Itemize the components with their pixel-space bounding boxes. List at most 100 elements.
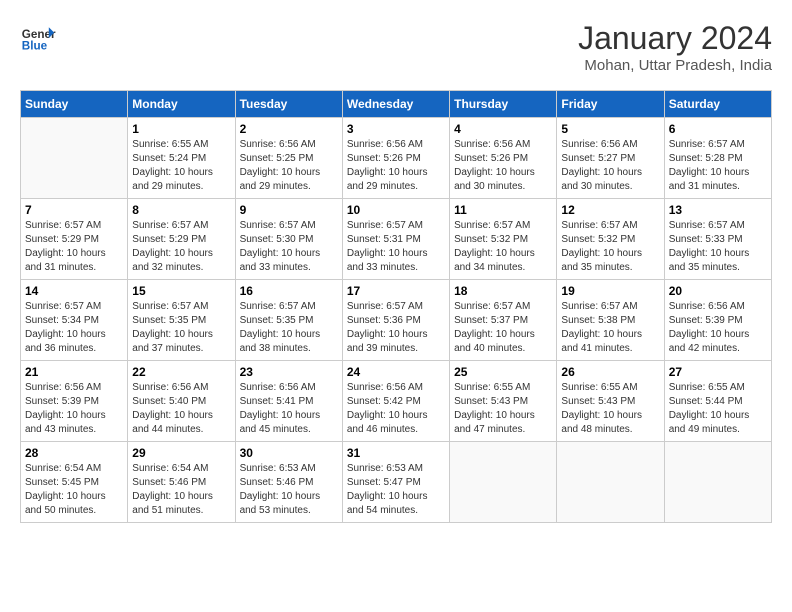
day-number: 1 xyxy=(132,122,230,136)
calendar-cell xyxy=(664,442,771,523)
calendar-cell: 22 Sunrise: 6:56 AMSunset: 5:40 PMDaylig… xyxy=(128,361,235,442)
calendar-cell xyxy=(21,118,128,199)
day-of-week-header: Sunday xyxy=(21,91,128,118)
day-info: Sunrise: 6:55 AMSunset: 5:24 PMDaylight:… xyxy=(132,138,230,194)
logo: General Blue xyxy=(20,20,56,56)
day-number: 23 xyxy=(240,365,338,379)
calendar-cell: 5 Sunrise: 6:56 AMSunset: 5:27 PMDayligh… xyxy=(557,118,664,199)
calendar-cell: 10 Sunrise: 6:57 AMSunset: 5:31 PMDaylig… xyxy=(342,199,449,280)
day-info: Sunrise: 6:55 AMSunset: 5:44 PMDaylight:… xyxy=(669,381,767,437)
day-info: Sunrise: 6:56 AMSunset: 5:27 PMDaylight:… xyxy=(561,138,659,194)
day-number: 11 xyxy=(454,203,552,217)
day-info: Sunrise: 6:53 AMSunset: 5:46 PMDaylight:… xyxy=(240,462,338,518)
calendar-cell: 26 Sunrise: 6:55 AMSunset: 5:43 PMDaylig… xyxy=(557,361,664,442)
calendar-cell: 6 Sunrise: 6:57 AMSunset: 5:28 PMDayligh… xyxy=(664,118,771,199)
day-number: 10 xyxy=(347,203,445,217)
day-number: 28 xyxy=(25,446,123,460)
day-info: Sunrise: 6:56 AMSunset: 5:40 PMDaylight:… xyxy=(132,381,230,437)
day-info: Sunrise: 6:56 AMSunset: 5:39 PMDaylight:… xyxy=(669,300,767,356)
calendar-week-row: 28 Sunrise: 6:54 AMSunset: 5:45 PMDaylig… xyxy=(21,442,772,523)
calendar-header-row: SundayMondayTuesdayWednesdayThursdayFrid… xyxy=(21,91,772,118)
calendar-cell: 20 Sunrise: 6:56 AMSunset: 5:39 PMDaylig… xyxy=(664,280,771,361)
day-info: Sunrise: 6:56 AMSunset: 5:26 PMDaylight:… xyxy=(454,138,552,194)
day-number: 4 xyxy=(454,122,552,136)
day-number: 16 xyxy=(240,284,338,298)
day-number: 31 xyxy=(347,446,445,460)
day-number: 26 xyxy=(561,365,659,379)
calendar-cell: 4 Sunrise: 6:56 AMSunset: 5:26 PMDayligh… xyxy=(450,118,557,199)
day-number: 14 xyxy=(25,284,123,298)
day-number: 12 xyxy=(561,203,659,217)
calendar-week-row: 1 Sunrise: 6:55 AMSunset: 5:24 PMDayligh… xyxy=(21,118,772,199)
calendar-week-row: 14 Sunrise: 6:57 AMSunset: 5:34 PMDaylig… xyxy=(21,280,772,361)
day-number: 2 xyxy=(240,122,338,136)
day-info: Sunrise: 6:57 AMSunset: 5:38 PMDaylight:… xyxy=(561,300,659,356)
calendar-cell: 13 Sunrise: 6:57 AMSunset: 5:33 PMDaylig… xyxy=(664,199,771,280)
calendar-cell: 23 Sunrise: 6:56 AMSunset: 5:41 PMDaylig… xyxy=(235,361,342,442)
day-info: Sunrise: 6:57 AMSunset: 5:35 PMDaylight:… xyxy=(132,300,230,356)
day-number: 20 xyxy=(669,284,767,298)
calendar-cell xyxy=(557,442,664,523)
calendar-cell: 7 Sunrise: 6:57 AMSunset: 5:29 PMDayligh… xyxy=(21,199,128,280)
day-info: Sunrise: 6:57 AMSunset: 5:37 PMDaylight:… xyxy=(454,300,552,356)
day-number: 30 xyxy=(240,446,338,460)
day-info: Sunrise: 6:54 AMSunset: 5:46 PMDaylight:… xyxy=(132,462,230,518)
calendar-cell: 9 Sunrise: 6:57 AMSunset: 5:30 PMDayligh… xyxy=(235,199,342,280)
day-info: Sunrise: 6:57 AMSunset: 5:29 PMDaylight:… xyxy=(25,219,123,275)
day-info: Sunrise: 6:57 AMSunset: 5:29 PMDaylight:… xyxy=(132,219,230,275)
calendar-cell: 21 Sunrise: 6:56 AMSunset: 5:39 PMDaylig… xyxy=(21,361,128,442)
day-info: Sunrise: 6:57 AMSunset: 5:34 PMDaylight:… xyxy=(25,300,123,356)
calendar-week-row: 7 Sunrise: 6:57 AMSunset: 5:29 PMDayligh… xyxy=(21,199,772,280)
day-info: Sunrise: 6:55 AMSunset: 5:43 PMDaylight:… xyxy=(454,381,552,437)
day-of-week-header: Thursday xyxy=(450,91,557,118)
calendar-cell: 17 Sunrise: 6:57 AMSunset: 5:36 PMDaylig… xyxy=(342,280,449,361)
day-info: Sunrise: 6:57 AMSunset: 5:35 PMDaylight:… xyxy=(240,300,338,356)
calendar-cell: 19 Sunrise: 6:57 AMSunset: 5:38 PMDaylig… xyxy=(557,280,664,361)
day-info: Sunrise: 6:57 AMSunset: 5:31 PMDaylight:… xyxy=(347,219,445,275)
calendar-cell: 2 Sunrise: 6:56 AMSunset: 5:25 PMDayligh… xyxy=(235,118,342,199)
calendar-cell: 25 Sunrise: 6:55 AMSunset: 5:43 PMDaylig… xyxy=(450,361,557,442)
day-info: Sunrise: 6:57 AMSunset: 5:28 PMDaylight:… xyxy=(669,138,767,194)
calendar-cell: 1 Sunrise: 6:55 AMSunset: 5:24 PMDayligh… xyxy=(128,118,235,199)
day-number: 17 xyxy=(347,284,445,298)
day-info: Sunrise: 6:56 AMSunset: 5:25 PMDaylight:… xyxy=(240,138,338,194)
day-number: 25 xyxy=(454,365,552,379)
logo-icon: General Blue xyxy=(20,20,56,56)
day-info: Sunrise: 6:57 AMSunset: 5:32 PMDaylight:… xyxy=(454,219,552,275)
day-of-week-header: Friday xyxy=(557,91,664,118)
calendar-cell: 18 Sunrise: 6:57 AMSunset: 5:37 PMDaylig… xyxy=(450,280,557,361)
day-number: 24 xyxy=(347,365,445,379)
page-header: General Blue January 2024 Mohan, Uttar P… xyxy=(20,20,772,74)
day-info: Sunrise: 6:53 AMSunset: 5:47 PMDaylight:… xyxy=(347,462,445,518)
day-number: 8 xyxy=(132,203,230,217)
calendar-cell: 24 Sunrise: 6:56 AMSunset: 5:42 PMDaylig… xyxy=(342,361,449,442)
day-number: 9 xyxy=(240,203,338,217)
day-number: 27 xyxy=(669,365,767,379)
day-number: 5 xyxy=(561,122,659,136)
calendar-cell: 12 Sunrise: 6:57 AMSunset: 5:32 PMDaylig… xyxy=(557,199,664,280)
day-info: Sunrise: 6:55 AMSunset: 5:43 PMDaylight:… xyxy=(561,381,659,437)
day-info: Sunrise: 6:57 AMSunset: 5:30 PMDaylight:… xyxy=(240,219,338,275)
svg-text:Blue: Blue xyxy=(22,40,48,53)
title-block: January 2024 Mohan, Uttar Pradesh, India xyxy=(578,20,772,74)
location: Mohan, Uttar Pradesh, India xyxy=(578,57,772,74)
day-number: 18 xyxy=(454,284,552,298)
day-number: 29 xyxy=(132,446,230,460)
calendar-cell: 14 Sunrise: 6:57 AMSunset: 5:34 PMDaylig… xyxy=(21,280,128,361)
day-info: Sunrise: 6:54 AMSunset: 5:45 PMDaylight:… xyxy=(25,462,123,518)
month-title: January 2024 xyxy=(578,20,772,57)
calendar-cell: 11 Sunrise: 6:57 AMSunset: 5:32 PMDaylig… xyxy=(450,199,557,280)
day-info: Sunrise: 6:56 AMSunset: 5:39 PMDaylight:… xyxy=(25,381,123,437)
day-info: Sunrise: 6:56 AMSunset: 5:41 PMDaylight:… xyxy=(240,381,338,437)
day-info: Sunrise: 6:57 AMSunset: 5:32 PMDaylight:… xyxy=(561,219,659,275)
day-number: 15 xyxy=(132,284,230,298)
day-number: 6 xyxy=(669,122,767,136)
calendar-cell xyxy=(450,442,557,523)
calendar-cell: 31 Sunrise: 6:53 AMSunset: 5:47 PMDaylig… xyxy=(342,442,449,523)
day-of-week-header: Wednesday xyxy=(342,91,449,118)
calendar-cell: 15 Sunrise: 6:57 AMSunset: 5:35 PMDaylig… xyxy=(128,280,235,361)
calendar-body: 1 Sunrise: 6:55 AMSunset: 5:24 PMDayligh… xyxy=(21,118,772,523)
day-info: Sunrise: 6:57 AMSunset: 5:33 PMDaylight:… xyxy=(669,219,767,275)
day-of-week-header: Tuesday xyxy=(235,91,342,118)
calendar-cell: 29 Sunrise: 6:54 AMSunset: 5:46 PMDaylig… xyxy=(128,442,235,523)
